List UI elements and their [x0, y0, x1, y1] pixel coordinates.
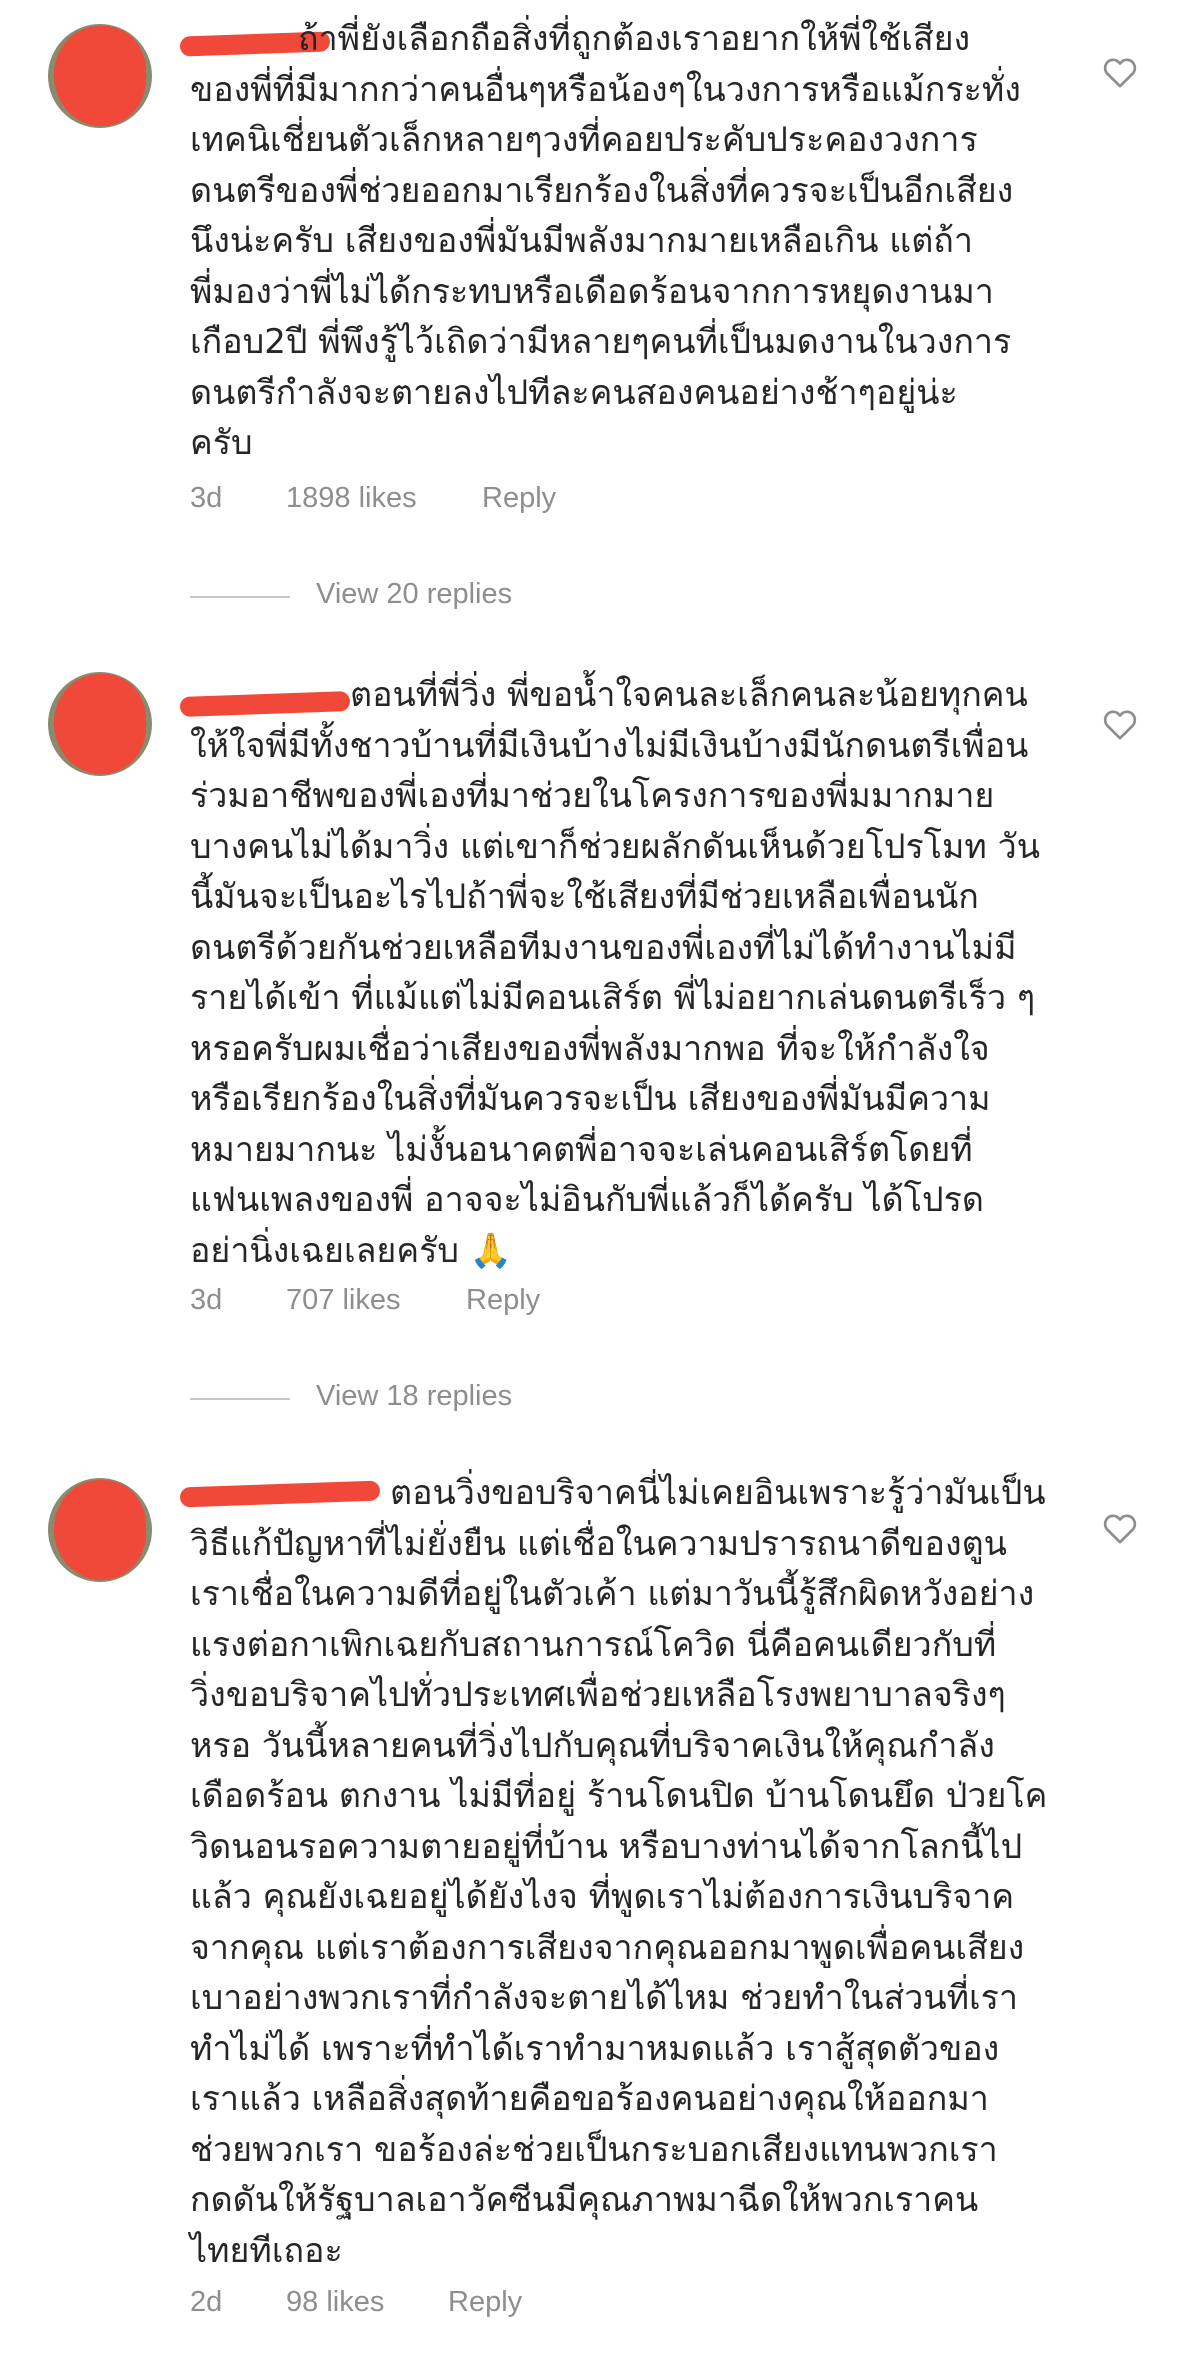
comment-line: นี้มันจะเป็นอะไรไปถ้าพี่จะใช้เสียงที่มีช…: [190, 877, 979, 917]
comment-line: ครับ: [190, 423, 253, 463]
reply-button[interactable]: Reply: [466, 1284, 540, 1317]
like-count[interactable]: 98 likes: [286, 2286, 384, 2319]
comment-line: จากคุณ แต่เราต้องการเสียงจากคุณออกมาพูดเ…: [190, 1927, 1025, 1968]
avatar[interactable]: [48, 672, 152, 776]
comment-text: ตอนที่พี่วิ่ง พี่ขอน้ำใจคนละเล็กคนละน้อย…: [190, 670, 1070, 1276]
comment-line: เราแล้ว เหลือสิ่งสุดท้ายคือขอร้องคนอย่าง…: [190, 2079, 989, 2119]
comment-line: ให้ใจพี่มีทั้งชาวบ้านที่มีเงินบ้างไม่มีเ…: [190, 725, 1029, 766]
comment-body: ถ้าพี่ยังเลือกถือสิ่งที่ถูกต้องเราอยากให…: [190, 14, 1070, 469]
comment-body: ตอนวิ่งขอบริจาคนี่ไม่เคยอินเพราะรู้ว่ามั…: [190, 1468, 1070, 2276]
comment-line: วิดนอนรอความตายอยู่ที่บ้าน หรือบางท่านได…: [190, 1826, 1023, 1867]
reply-button[interactable]: Reply: [448, 2286, 522, 2319]
comment-line: รายได้เข้า ที่แม้แต่ไม่มีคอนเสิร์ต พี่ไม…: [190, 978, 1036, 1018]
comment-line: ของพี่ที่มีมากกว่าคนอื่นๆหรือน้องๆในวงกา…: [190, 69, 1021, 110]
view-replies-label[interactable]: View 20 replies: [316, 578, 512, 611]
divider: [190, 596, 290, 598]
avatar[interactable]: [48, 1478, 152, 1582]
avatar[interactable]: [48, 24, 152, 128]
comment-line: ดนตรีกำลังจะตายลงไปทีละคนสองคนอย่างช้าๆอ…: [190, 372, 958, 413]
comment-line: พี่มองว่าพี่ไม่ได้กระทบหรือเดือดร้อนจากก…: [190, 271, 994, 312]
comment-time: 3d: [190, 1284, 223, 1316]
heart-outline-icon[interactable]: [1100, 704, 1140, 744]
comment-line: เทคนิเชี่ยนตัวเล็กหลายๆวงที่คอยประคับประ…: [190, 120, 978, 160]
comment-line: ช่วยพวกเรา ขอร้องล่ะช่วยเป็นกระบอกเสียงแ…: [190, 2129, 998, 2170]
comment-body: ตอนที่พี่วิ่ง พี่ขอน้ำใจคนละเล็กคนละน้อย…: [190, 670, 1070, 1276]
comment-line: เกือบ2ปี พี่พึงรู้ไว้เถิดว่ามีหลายๆคนที่…: [190, 322, 1012, 362]
comment-line: ถ้าพี่ยังเลือกถือสิ่งที่ถูกต้องเราอยากให…: [298, 19, 971, 59]
comment-line: ไทยทีเถอะ: [190, 2230, 343, 2271]
comment-line: หรือเรียกร้องในสิ่งที่มันควรจะเป็น เสียง…: [190, 1079, 991, 1119]
comment-line: ร่วมอาชีพของพี่เองที่มาช่วยในโครงการของพ…: [190, 776, 995, 816]
like-count[interactable]: 707 likes: [286, 1284, 400, 1317]
comment-line: ตอนวิ่งขอบริจาคนี่ไม่เคยอินเพราะรู้ว่ามั…: [390, 1473, 1046, 1513]
redaction-mark: [54, 674, 146, 774]
redaction-mark: [54, 26, 146, 126]
comment-time: 3d: [190, 482, 223, 514]
divider: [190, 1398, 290, 1400]
heart-outline-icon[interactable]: [1100, 1508, 1140, 1548]
comment-line: บางคนไม่ได้มาวิ่ง แต่เขาก็ช่วยผลักดันเห็…: [190, 826, 1040, 867]
comment-text: ถ้าพี่ยังเลือกถือสิ่งที่ถูกต้องเราอยากให…: [190, 14, 1070, 469]
comment-line: ดนตรีด้วยกันช่วยเหลือทีมงานของพี่เองที่ไ…: [190, 927, 1017, 968]
comment-line: วิ่งขอบริจาคไปทั่วประเทศเพื่อช่วยเหลือโร…: [190, 1675, 1006, 1715]
comment-line: อย่านิ่งเฉยเลยครับ 🙏: [190, 1230, 513, 1271]
comment-text: ตอนวิ่งขอบริจาคนี่ไม่เคยอินเพราะรู้ว่ามั…: [190, 1468, 1070, 2276]
redaction-mark: [54, 1480, 146, 1580]
comment-line: หรอครับผมเชื่อว่าเสียงของพี่พลังมากพอ ที…: [190, 1028, 990, 1069]
like-count[interactable]: 1898 likes: [286, 482, 417, 515]
reply-button[interactable]: Reply: [482, 482, 556, 515]
comment-line: เราเชื่อในความดีที่อยู่ในตัวเค้า แต่มาวั…: [190, 1574, 1035, 1614]
comment-line: กดดันให้รัฐบาลเอาวัคซีนมีคุณภาพมาฉีดให้พ…: [190, 2180, 979, 2220]
view-replies-label[interactable]: View 18 replies: [316, 1380, 512, 1413]
comment-line: แล้ว คุณยังเฉยอยู่ได้ยังไงจ ที่พูดเราไม่…: [190, 1877, 1015, 1917]
comment-line: แฟนเพลงของพี่ อาจจะไม่อินกับพี่แล้วก็ได้…: [190, 1180, 984, 1220]
comment-line: ทำไม่ได้ เพราะที่ทำได้เราทำมาหมดแล้ว เรา…: [190, 2028, 1000, 2069]
comment-line: หมายมากนะ ไม่งั้นอนาคตพี่อาจจะเล่นคอนเสิ…: [190, 1129, 973, 1170]
comment-line: วิธีแก้ปัญหาที่ไม่ยั่งยืน แต่เชื่อในความ…: [190, 1523, 1007, 1564]
comment-line: แรงต่อกาเพิกเฉยกับสถานการณ์โควิด นี่คือค…: [190, 1624, 997, 1665]
comment-line: ดนตรีของพี่ช่วยออกมาเรียกร้องในสิ่งที่คว…: [190, 170, 1014, 211]
comment-time: 2d: [190, 2286, 223, 2318]
heart-outline-icon[interactable]: [1100, 52, 1140, 92]
comment-line: เบาอย่างพวกเราที่กำลังจะตายได้ไหม ช่วยทำ…: [190, 1978, 1019, 2018]
comment-line: เดือดร้อน ตกงาน ไม่มีที่อยู่ ร้านโดนปิด …: [190, 1776, 1048, 1816]
comment-line: หรอ วันนี้หลายคนที่วิ่งไปกับคุณที่บริจาค…: [190, 1725, 995, 1766]
comment-line: ตอนที่พี่วิ่ง พี่ขอน้ำใจคนละเล็กคนละน้อย…: [350, 675, 1028, 715]
comment-line: นึงน่ะครับ เสียงของพี่มันมีพลังมากมายเหล…: [190, 221, 973, 261]
